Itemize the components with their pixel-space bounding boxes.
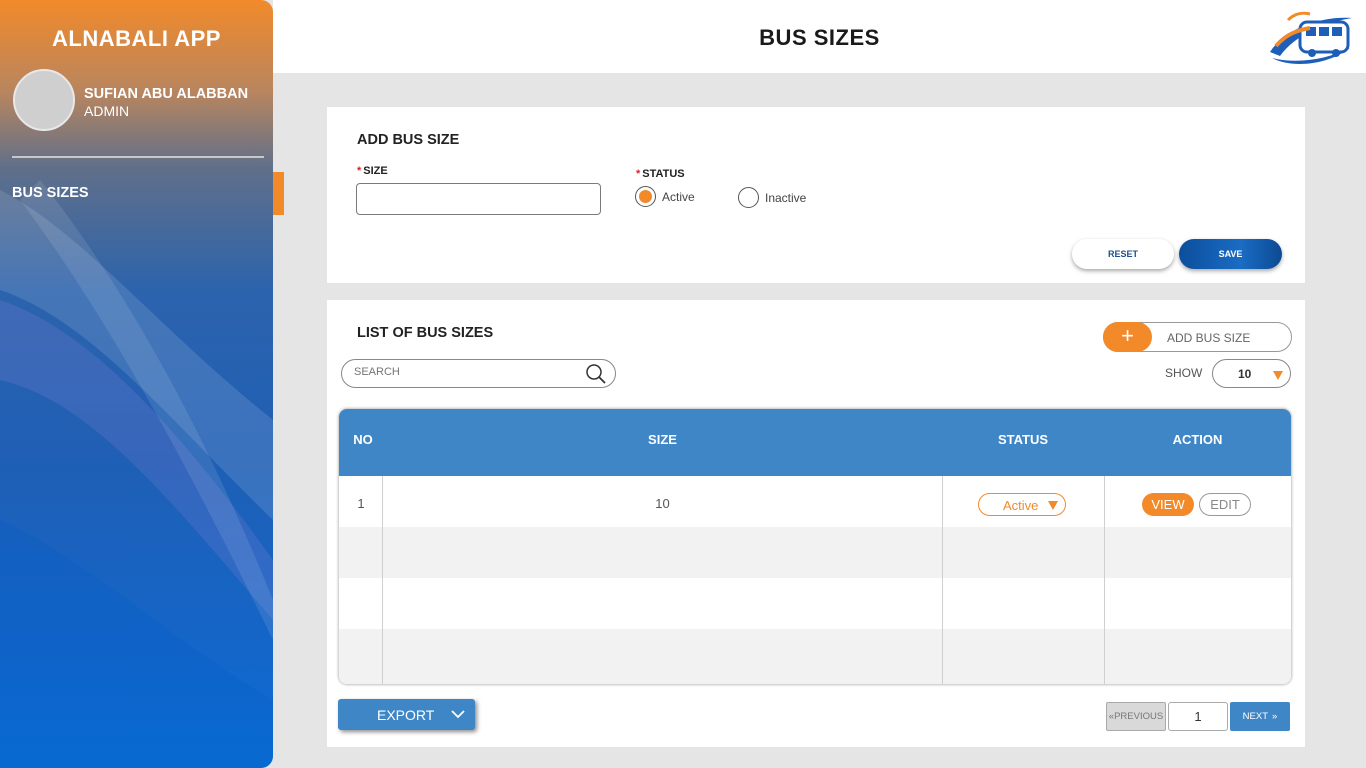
- page-size-value: 10: [1238, 367, 1252, 381]
- page-size-select[interactable]: 10: [1212, 359, 1291, 388]
- app-title: ALNABALI APP: [52, 26, 221, 51]
- show-label: SHOW: [1165, 366, 1203, 380]
- export-button[interactable]: EXPORT: [338, 699, 475, 730]
- view-button[interactable]: VIEW: [1142, 493, 1194, 516]
- radio-circle[interactable]: [738, 187, 759, 208]
- sidebar-divider: [12, 156, 264, 158]
- double-chevron-right-icon: »: [1272, 711, 1278, 722]
- required-mark: *: [357, 165, 362, 177]
- column-header-action: ACTION: [1172, 432, 1223, 447]
- table-header: NO SIZE STATUS ACTION: [339, 409, 1291, 476]
- radio-selected-dot: [639, 190, 652, 203]
- column-divider: [942, 476, 943, 684]
- status-label: * STATUS: [636, 168, 685, 180]
- column-header-size: SIZE: [648, 432, 677, 447]
- column-divider: [382, 476, 383, 684]
- reset-button[interactable]: RESET: [1072, 239, 1174, 269]
- add-bus-size-label: ADD BUS SIZE: [1167, 331, 1251, 345]
- sidebar-item-bus-sizes[interactable]: BUS SIZES: [12, 185, 89, 201]
- cell-no: 1: [357, 496, 365, 511]
- next-page-button[interactable]: NEXT»: [1230, 702, 1290, 731]
- previous-page-button[interactable]: «PREVIOUS: [1106, 702, 1166, 731]
- caret-down-icon: [1273, 371, 1283, 380]
- radio-label-active: Active: [662, 189, 695, 204]
- empty-table-row: [339, 629, 1291, 684]
- column-divider: [1104, 476, 1105, 684]
- user-role: ADMIN: [84, 103, 130, 119]
- add-bus-size-button[interactable]: + ADD BUS SIZE: [1103, 322, 1292, 352]
- status-radio-inactive[interactable]: Inactive: [738, 187, 806, 208]
- column-header-no: NO: [353, 432, 373, 447]
- table-row: 1 10 Active VIEW EDIT: [339, 476, 1291, 527]
- page-title: BUS SIZES: [759, 25, 880, 50]
- search-input[interactable]: [354, 366, 574, 378]
- bus-sizes-table: NO SIZE STATUS ACTION 1 10 Active VIEW E…: [339, 409, 1291, 684]
- active-nav-marker: [273, 172, 284, 215]
- add-bus-size-title: ADD BUS SIZE: [357, 132, 460, 148]
- bus-sizes-list-card: LIST OF BUS SIZES + ADD BUS SIZE SHOW 10…: [327, 300, 1305, 747]
- empty-table-row: [339, 578, 1291, 629]
- radio-label-inactive: Inactive: [765, 190, 807, 205]
- add-bus-size-card: ADD BUS SIZE * SIZE * STATUS Active Inacti…: [327, 107, 1305, 283]
- cell-size: 10: [655, 496, 670, 511]
- empty-table-row: [339, 527, 1291, 578]
- required-mark: *: [636, 168, 641, 180]
- status-label-text: STATUS: [642, 168, 685, 180]
- save-button[interactable]: SAVE: [1179, 239, 1282, 269]
- sidebar: ALNABALI APP SUFIAN ABU ALABBAN ADMIN BU…: [0, 0, 273, 768]
- caret-down-icon: [1048, 501, 1058, 510]
- user-name: SUFIAN ABU ALABBAN: [84, 86, 249, 102]
- radio-circle[interactable]: [635, 186, 656, 207]
- size-label-text: SIZE: [363, 165, 388, 177]
- search-icon[interactable]: [585, 363, 607, 385]
- page-number-input[interactable]: [1168, 702, 1228, 731]
- previous-label: PREVIOUS: [1114, 711, 1164, 722]
- list-title: LIST OF BUS SIZES: [357, 325, 494, 341]
- export-label: EXPORT: [377, 707, 435, 723]
- size-input[interactable]: [356, 183, 601, 215]
- status-value: Active: [1003, 498, 1039, 513]
- edit-button[interactable]: EDIT: [1199, 493, 1251, 516]
- chevron-down-icon: [451, 710, 465, 719]
- bus-logo-icon: [1270, 11, 1352, 64]
- search-box[interactable]: [341, 359, 616, 388]
- avatar[interactable]: [13, 69, 75, 131]
- size-label: * SIZE: [357, 165, 388, 177]
- plus-icon[interactable]: +: [1103, 322, 1152, 352]
- column-header-status: STATUS: [997, 432, 1049, 447]
- status-dropdown[interactable]: Active: [978, 493, 1066, 516]
- top-header: BUS SIZES: [273, 0, 1366, 73]
- status-radio-active[interactable]: Active: [635, 186, 695, 207]
- next-label: NEXT: [1242, 711, 1269, 722]
